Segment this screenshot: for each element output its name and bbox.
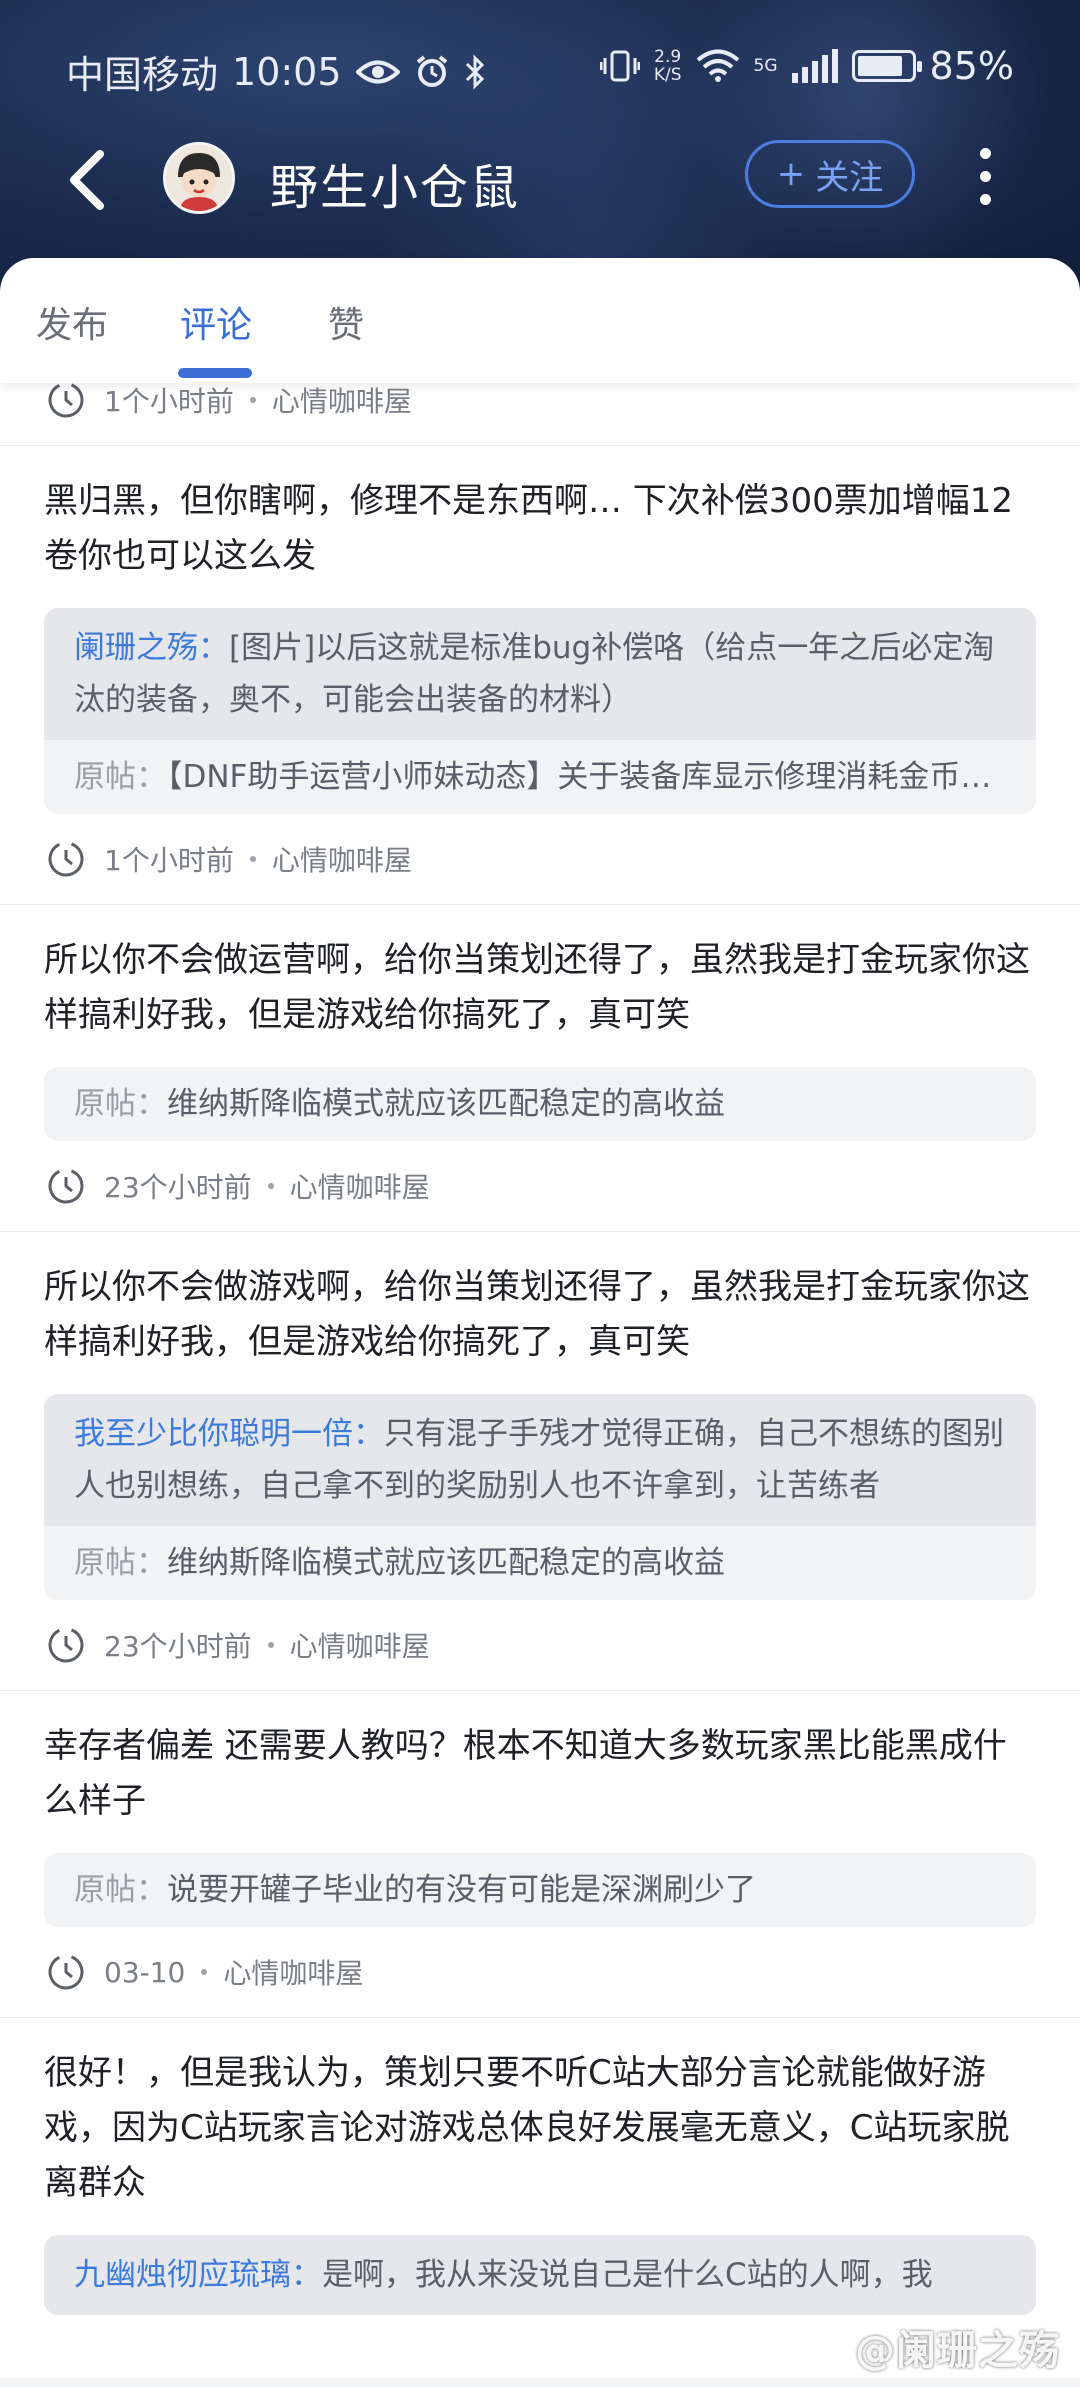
eye-icon <box>355 60 400 83</box>
comment-meta: 23个小时前 心情咖啡屋 <box>0 1141 1080 1231</box>
comment-card[interactable]: 所以你不会做游戏啊，给你当策划还得了，虽然我是打金玩家你这样搞利好我，但是游戏给… <box>0 1232 1080 1691</box>
comment-card[interactable]: 黑归黑，但你瞎啊，修理不是东西啊… 下次补偿300票加增幅12卷你也可以这么发 … <box>0 446 1080 905</box>
clock-icon <box>48 1954 84 1990</box>
original-post-label: 原帖： <box>74 1872 167 1908</box>
more-options-button[interactable] <box>970 148 1000 212</box>
separator-dot <box>267 1183 274 1189</box>
original-post[interactable]: 原帖：说要开罐子毕业的有没有可能是深渊刷少了 <box>44 1853 1036 1927</box>
comment-text: 很好！，但是我认为，策划只要不听C站大部分言论就能做好游戏，因为C站玩家言论对游… <box>44 2053 1010 2203</box>
quoted-reply: 阑珊之殇：[图片]以后这就是标准bug补偿咯（给点一年之后必定淘汰的装备，奥不，… <box>44 608 1036 740</box>
comment-time: 1个小时前 <box>104 844 234 877</box>
comment-text: 幸存者偏差 还需要人教吗？根本不知道大多数玩家黑比能黑成什么样子 <box>44 1726 1007 1821</box>
wifi-icon <box>696 49 739 82</box>
status-bar: 中国移动 10:05 2.9 K/S 5G 85% <box>0 40 1080 97</box>
original-post[interactable]: 原帖：维纳斯降临模式就应该匹配稳定的高收益 <box>44 1526 1036 1600</box>
original-post[interactable]: 原帖：【DNF助手运营小师妹动态】关于装备库显示修理消耗金币的问题 <box>44 740 1036 814</box>
board-name[interactable]: 心情咖啡屋 <box>223 1952 363 1992</box>
comment-text: 所以你不会做运营啊，给你当策划还得了，虽然我是打金玩家你这样搞利好我，但是游戏给… <box>44 940 1030 1035</box>
original-post-label: 原帖： <box>74 759 167 795</box>
user-name: 野生小仓鼠 <box>270 160 521 216</box>
separator-dot <box>249 397 256 403</box>
quote-box[interactable]: 原帖：维纳斯降临模式就应该匹配稳定的高收益 <box>44 1067 1036 1141</box>
tab-posts[interactable]: 发布 <box>36 296 108 348</box>
board-name[interactable]: 心情咖啡屋 <box>272 380 412 420</box>
reply-text: 是啊，我从来没说自己是什么C站的人啊，我 <box>322 2257 933 2293</box>
original-post-title: 说要开罐子毕业的有没有可能是深渊刷少了 <box>167 1872 756 1908</box>
quote-box[interactable]: 九幽烛彻应琉璃：是啊，我从来没说自己是什么C站的人啊，我 <box>44 2235 1036 2315</box>
original-post-title: 维纳斯降临模式就应该匹配稳定的高收益 <box>167 1086 725 1122</box>
avatar[interactable] <box>163 142 235 214</box>
quoted-reply: 九幽烛彻应琉璃：是啊，我从来没说自己是什么C站的人啊，我 <box>44 2235 1036 2315</box>
tab-bar: 发布 评论 赞 <box>0 258 1080 383</box>
signal-icon <box>791 49 838 83</box>
avatar-image <box>166 145 232 211</box>
nav-bar: 野生小仓鼠 + 关注 <box>0 130 1080 230</box>
clock-icon <box>48 841 84 877</box>
original-post-label: 原帖： <box>74 1086 167 1122</box>
battery-icon <box>851 50 922 82</box>
comment-card[interactable]: 幸存者偏差 还需要人教吗？根本不知道大多数玩家黑比能黑成什么样子 原帖：说要开罐… <box>0 1691 1080 2018</box>
follow-label: 关注 <box>815 157 884 198</box>
comment-time: 03-10 <box>104 1955 186 1989</box>
follow-button[interactable]: + 关注 <box>745 140 915 208</box>
board-name[interactable]: 心情咖啡屋 <box>290 1166 430 1206</box>
alarm-icon <box>416 54 447 87</box>
original-post-label: 原帖： <box>74 1545 167 1581</box>
clock-icon <box>48 1168 84 1204</box>
reply-user[interactable]: 我至少比你聪明一倍： <box>74 1416 384 1452</box>
separator-dot <box>201 1969 208 1975</box>
more-vertical-icon <box>970 148 1000 205</box>
back-button[interactable] <box>60 148 120 212</box>
comment-meta: 23个小时前 心情咖啡屋 <box>0 1600 1080 1690</box>
comment-meta: 03-10 心情咖啡屋 <box>0 1927 1080 2017</box>
comment-time: 23个小时前 <box>104 1171 252 1204</box>
battery-percent: 85% <box>929 44 1014 88</box>
quoted-reply: 我至少比你聪明一倍：只有混子手残才觉得正确，自己不想练的图别人也别想练，自己拿不… <box>44 1394 1036 1526</box>
quote-box[interactable]: 原帖：说要开罐子毕业的有没有可能是深渊刷少了 <box>44 1853 1036 1927</box>
comment-feed: 1个小时前 心情咖啡屋 黑归黑，但你瞎啊，修理不是东西啊… 下次补偿300票加增… <box>0 355 1080 2378</box>
tab-likes[interactable]: 赞 <box>328 296 364 348</box>
back-arrow-icon <box>70 150 104 210</box>
network-type: 5G <box>753 55 778 76</box>
reply-user[interactable]: 阑珊之殇： <box>74 630 229 666</box>
tab-comments[interactable]: 评论 <box>180 296 252 348</box>
comment-meta: 1个小时前 心情咖啡屋 <box>0 814 1080 904</box>
bluetooth-icon <box>465 53 484 90</box>
original-post[interactable]: 原帖：维纳斯降临模式就应该匹配稳定的高收益 <box>44 1067 1036 1141</box>
quote-box[interactable]: 阑珊之殇：[图片]以后这就是标准bug补偿咯（给点一年之后必定淘汰的装备，奥不，… <box>44 608 1036 814</box>
plus-icon: + <box>776 154 806 194</box>
board-name[interactable]: 心情咖啡屋 <box>272 839 412 879</box>
clock-time: 10:05 <box>232 49 342 94</box>
comment-time: 1个小时前 <box>104 385 234 418</box>
quote-box[interactable]: 我至少比你聪明一倍：只有混子手残才觉得正确，自己不想练的图别人也别想练，自己拿不… <box>44 1394 1036 1600</box>
comment-time: 23个小时前 <box>104 1630 252 1663</box>
comment-card[interactable]: 所以你不会做运营啊，给你当策划还得了，虽然我是打金玩家你这样搞利好我，但是游戏给… <box>0 905 1080 1232</box>
original-post-title: 【DNF助手运营小师妹动态】关于装备库显示修理消耗金币的问题 <box>167 759 1036 795</box>
separator-dot <box>249 856 256 862</box>
original-post-title: 维纳斯降临模式就应该匹配稳定的高收益 <box>167 1545 725 1581</box>
active-tab-indicator <box>178 368 252 378</box>
watermark: @阑珊之殇 <box>855 2328 1060 2374</box>
reply-user[interactable]: 九幽烛彻应琉璃： <box>74 2257 322 2293</box>
separator-dot <box>267 1642 274 1648</box>
carrier-label: 中国移动 <box>66 53 219 97</box>
clock-icon <box>48 382 84 418</box>
clock-icon <box>48 1627 84 1663</box>
comment-text: 黑归黑，但你瞎啊，修理不是东西啊… 下次补偿300票加增幅12卷你也可以这么发 <box>44 481 1013 576</box>
board-name[interactable]: 心情咖啡屋 <box>290 1625 430 1665</box>
vibrate-icon <box>599 50 640 82</box>
comment-text: 所以你不会做游戏啊，给你当策划还得了，虽然我是打金玩家你这样搞利好我，但是游戏给… <box>44 1267 1030 1362</box>
net-speed: 2.9 K/S <box>653 47 682 85</box>
